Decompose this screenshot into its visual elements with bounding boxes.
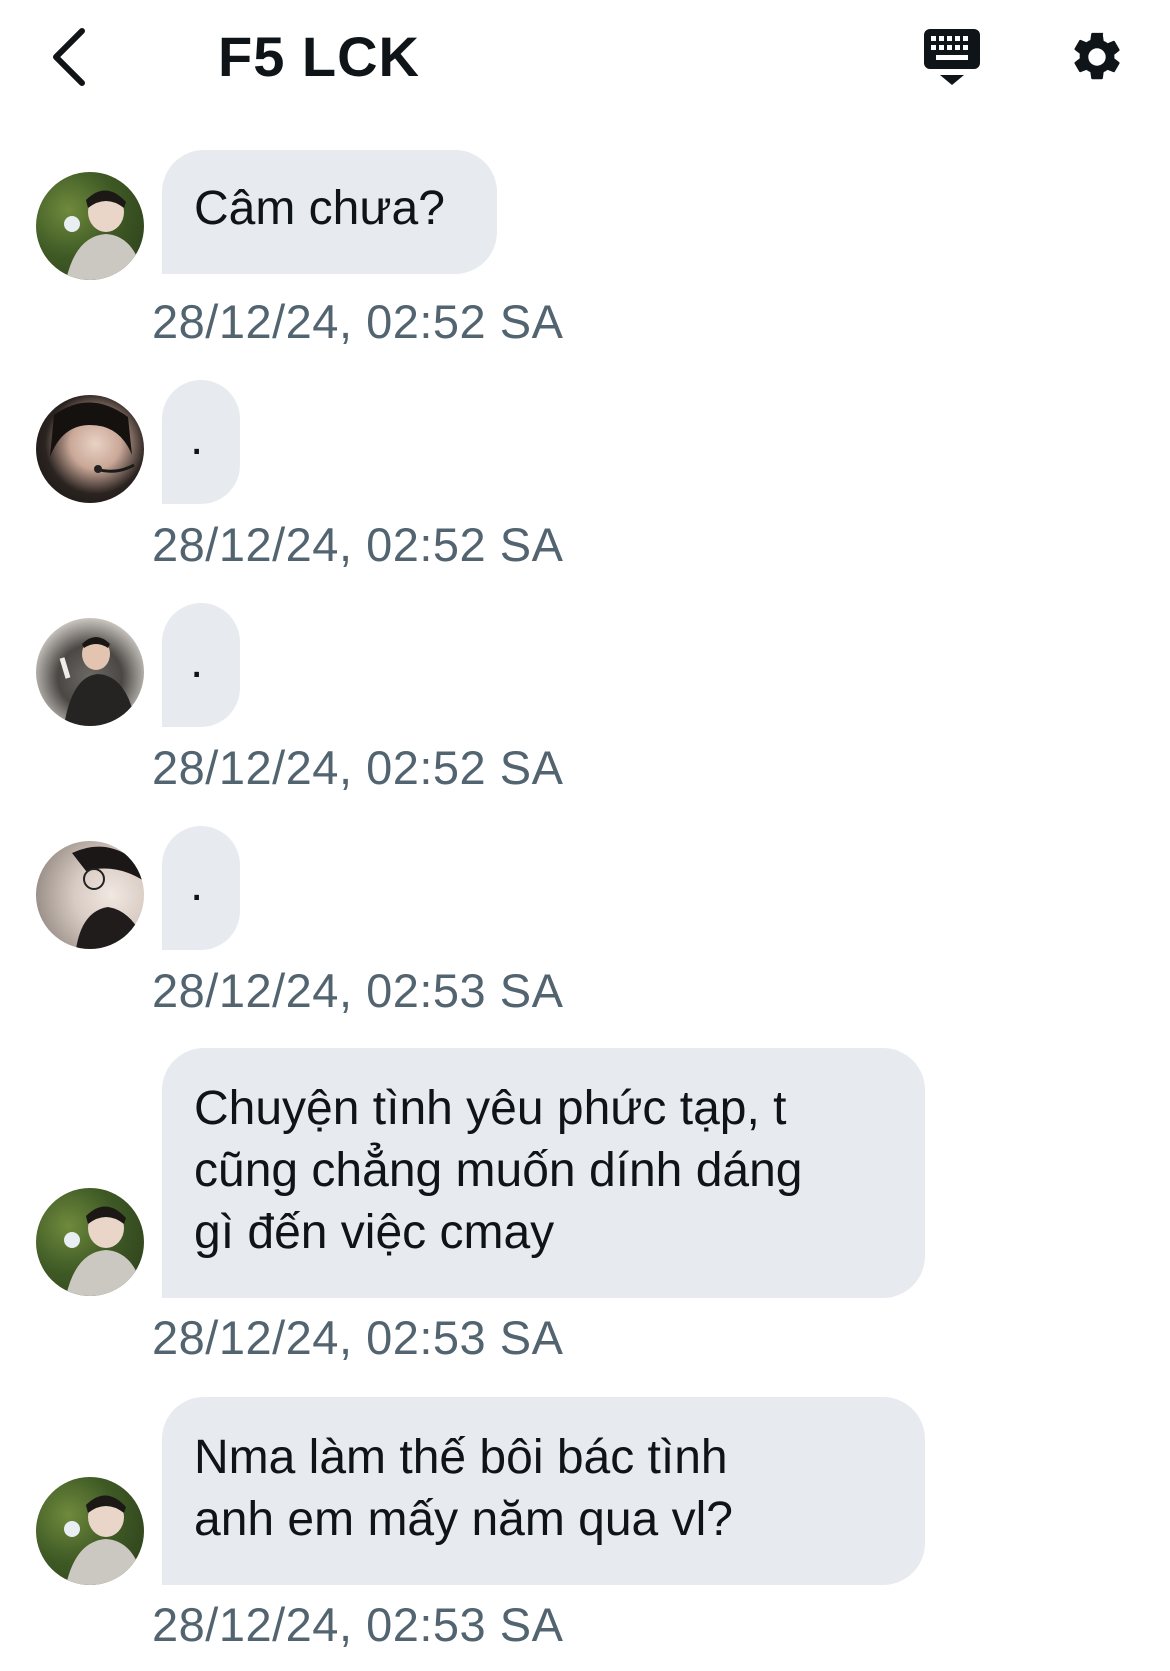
message-bubble[interactable]: . (162, 380, 240, 504)
avatar-user-b[interactable] (36, 395, 144, 503)
message-text: . (190, 412, 204, 465)
message-item: Chuyện tình yêu phức tạp, t cũng chẳng m… (0, 1048, 1170, 1364)
avatar-user-d[interactable] (36, 841, 144, 949)
message-item: . 28/12/24, 02:52 SA (0, 603, 1170, 794)
message-bubble[interactable]: Nma làm thế bôi bác tình anh em mấy năm … (162, 1397, 925, 1585)
message-text-line: Chuyện tình yêu phức tạp, t (194, 1082, 787, 1135)
message-timestamp: 28/12/24, 02:53 SA (152, 1598, 564, 1651)
message-item: . 28/12/24, 02:53 SA (0, 826, 1170, 1017)
settings-button[interactable] (1062, 22, 1132, 92)
avatar-image (64, 190, 144, 280)
message-item: Câm chưa? 28/12/24, 02:52 SA (0, 150, 1170, 348)
message-item: . 28/12/24, 02:52 SA (0, 380, 1170, 571)
message-timestamp: 28/12/24, 02:53 SA (152, 1311, 564, 1364)
avatar-user-a[interactable] (36, 1477, 144, 1585)
avatar-user-a[interactable] (36, 1188, 144, 1296)
message-text-line: anh em mấy năm qua vl? (194, 1493, 733, 1546)
message-text: . (190, 635, 204, 688)
message-text: Câm chưa? (194, 182, 445, 235)
chevron-left-icon (53, 28, 85, 86)
keyboard-hide-icon (924, 29, 980, 85)
message-bubble[interactable]: Chuyện tình yêu phức tạp, t cũng chẳng m… (162, 1048, 925, 1298)
message-timestamp: 28/12/24, 02:52 SA (152, 741, 564, 794)
message-text: . (190, 858, 204, 911)
message-bubble[interactable]: . (162, 603, 240, 727)
conversation-title: F5 LCK (218, 25, 420, 88)
message-timestamp: 28/12/24, 02:52 SA (152, 518, 564, 571)
message-timestamp: 28/12/24, 02:53 SA (152, 964, 564, 1017)
conversation-header: F5 LCK (0, 0, 1170, 116)
avatar-image (59, 637, 136, 726)
message-item: Nma làm thế bôi bác tình anh em mấy năm … (0, 1397, 1170, 1667)
avatar-image (64, 1206, 144, 1296)
back-button[interactable] (36, 22, 100, 92)
message-text-line: Nma làm thế bôi bác tình (194, 1431, 728, 1484)
avatar-image (72, 846, 144, 949)
message-text-line: gì đến việc cmay (194, 1206, 555, 1259)
message-text-line: cũng chẳng muốn dính dáng (194, 1144, 803, 1197)
message-bubble[interactable]: Câm chưa? (162, 150, 497, 274)
gear-icon (1074, 32, 1120, 80)
avatar-user-a[interactable] (36, 172, 144, 280)
keyboard-toggle-button[interactable] (916, 24, 988, 90)
avatar-image (64, 1495, 144, 1585)
avatar-image (50, 402, 135, 473)
message-bubble[interactable]: . (162, 826, 240, 950)
avatar-user-c[interactable] (36, 618, 144, 726)
message-timestamp: 28/12/24, 02:52 SA (152, 295, 564, 348)
